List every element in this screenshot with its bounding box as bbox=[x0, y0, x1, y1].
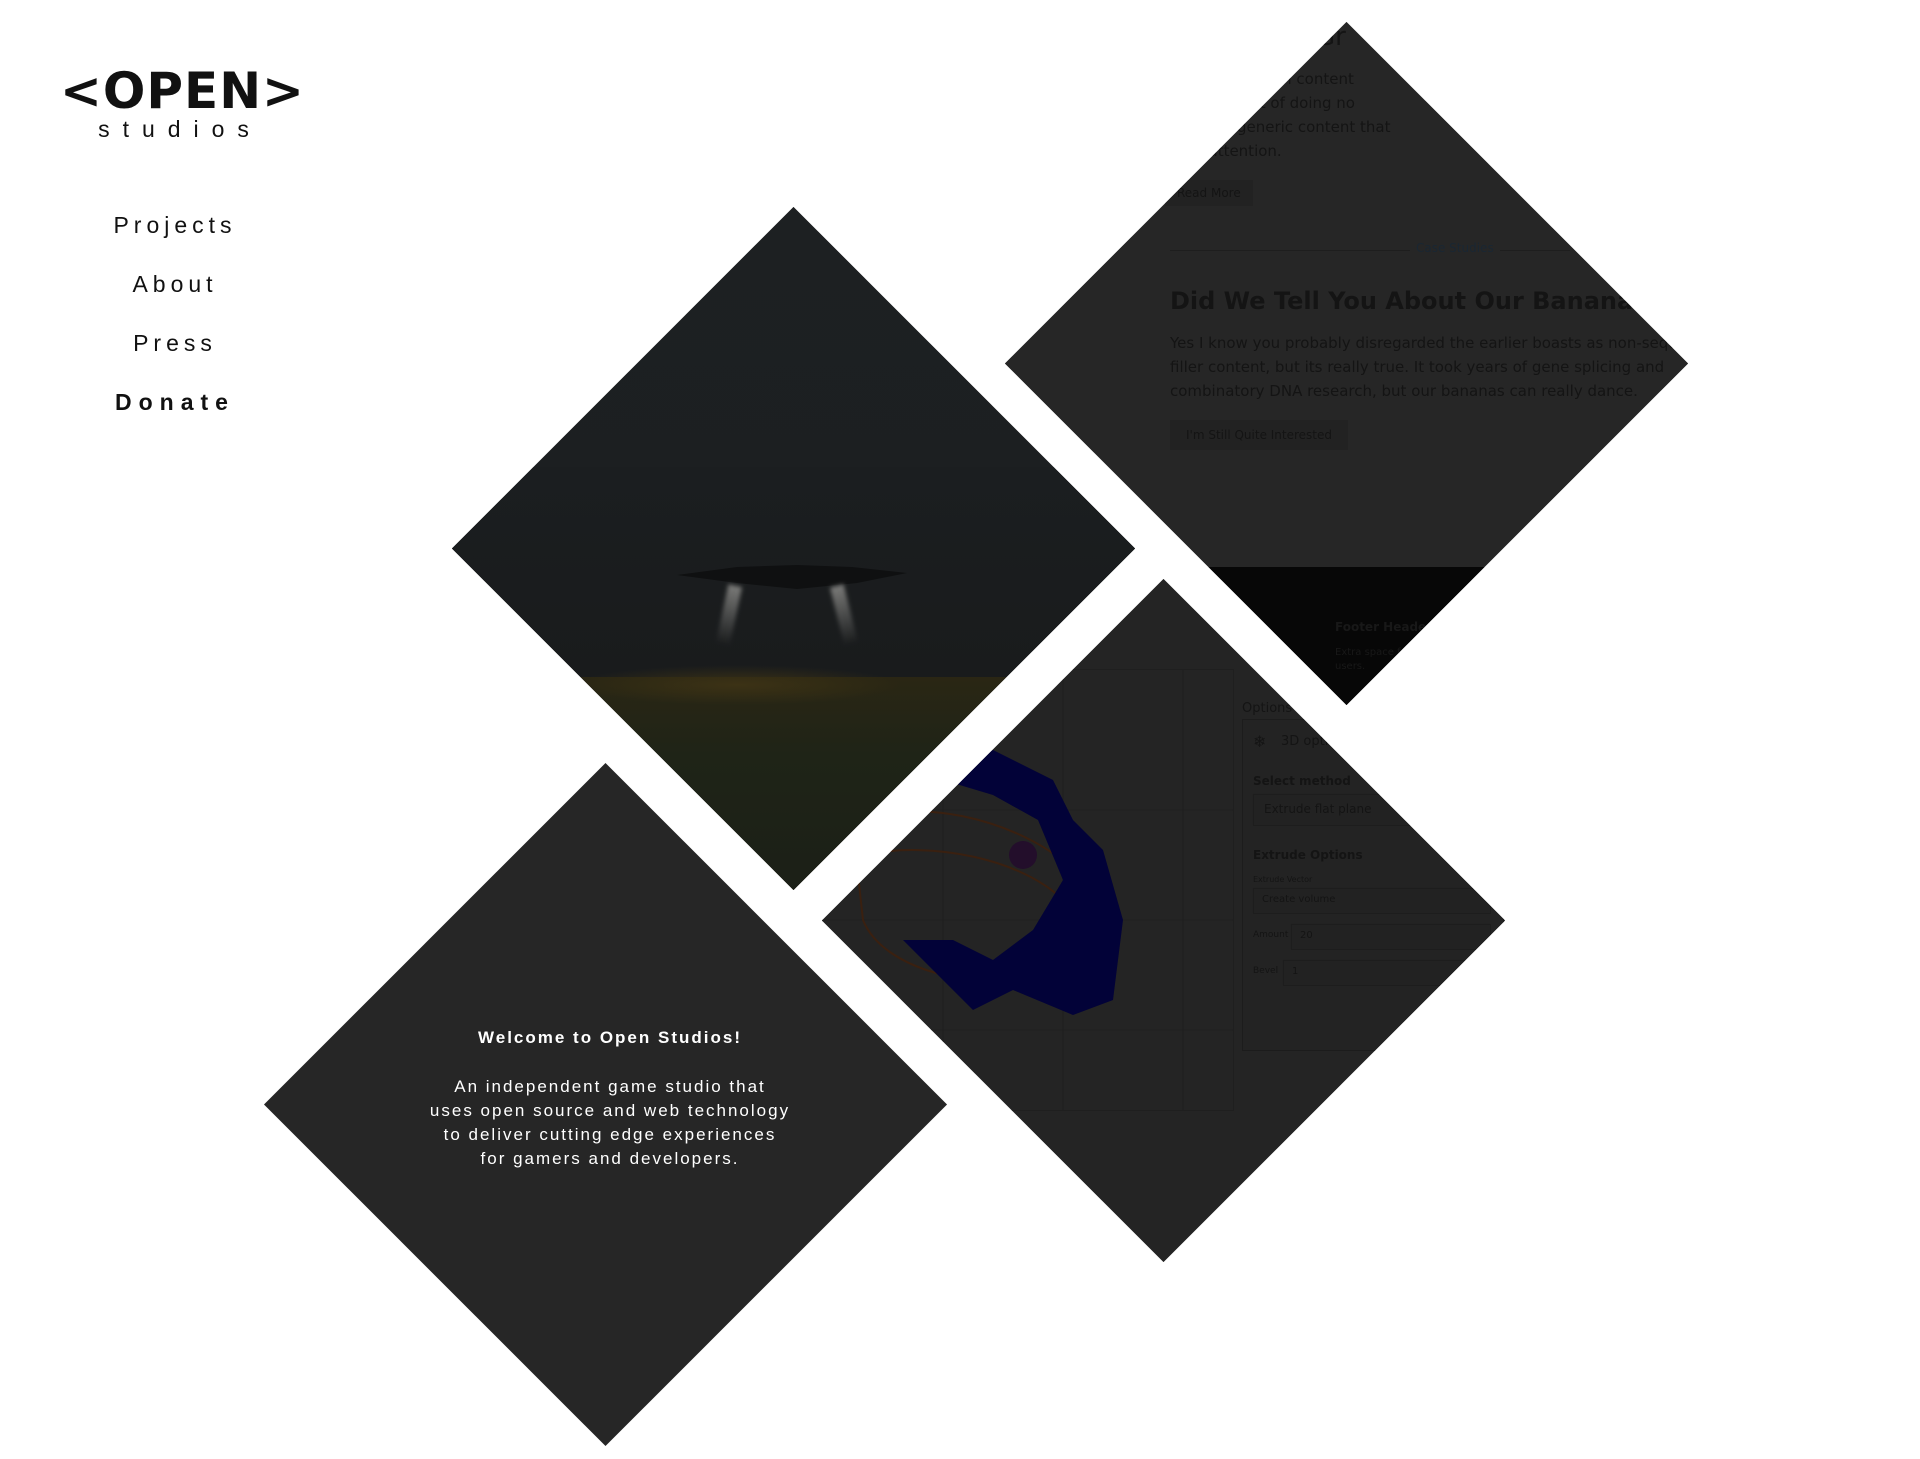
footer-header: Footer Header bbox=[1335, 620, 1433, 634]
website-text-line: e and generic content that bbox=[1190, 117, 1391, 136]
project-tile-website[interactable]: Gr ing on content the art of doing no e … bbox=[1004, 21, 1689, 706]
section-title: Did We Tell You About Our Bananas? bbox=[1170, 287, 1662, 315]
amount-value: 20 bbox=[1300, 930, 1313, 941]
logo-subtitle: studios bbox=[98, 116, 262, 142]
spaceship bbox=[677, 565, 907, 589]
website-screenshot: Gr ing on content the art of doing no e … bbox=[1005, 21, 1688, 706]
read-more-button: Read More bbox=[1165, 180, 1253, 206]
nav-projects[interactable]: Projects bbox=[60, 210, 290, 269]
bevel-label: Bevel bbox=[1253, 966, 1279, 976]
website-text-line: your attention. bbox=[1170, 142, 1282, 160]
main-nav: Projects About Press Donate bbox=[60, 210, 290, 446]
website-text-line: the art of doing no bbox=[1215, 94, 1355, 112]
website-heading: Gr bbox=[1315, 22, 1346, 52]
welcome-text: Welcome to Open Studios! An independent … bbox=[420, 1028, 800, 1171]
extrude-options-label: Extrude Options bbox=[1253, 848, 1363, 862]
options-panel: ❄ 3D options Select method Extrude flat … bbox=[1242, 719, 1504, 1051]
snowflake-icon: ❄ bbox=[1253, 732, 1267, 751]
nav-press[interactable]: Press bbox=[60, 328, 290, 387]
extrude-vector-label: Extrude Vector bbox=[1253, 875, 1313, 884]
welcome-body-line: for gamers and developers. bbox=[480, 1149, 740, 1168]
section-body-line: combinatory DNA research, but our banana… bbox=[1170, 382, 1638, 400]
case-studies-label: Case Studies bbox=[1410, 241, 1500, 255]
bevel-value: 1 bbox=[1292, 966, 1299, 977]
logo-main: <OPEN> bbox=[60, 62, 305, 120]
options-3d: 3D options bbox=[1281, 734, 1352, 749]
bevel-input: 1 bbox=[1283, 960, 1491, 986]
website-text-line: ing on content bbox=[1245, 70, 1354, 88]
amount-input: 20 bbox=[1291, 924, 1491, 950]
welcome-body-line: to deliver cutting edge experiences bbox=[443, 1125, 777, 1144]
vector-select-value: Create volume bbox=[1262, 894, 1336, 905]
welcome-body-line: uses open source and web technology bbox=[429, 1101, 791, 1120]
footer-text: Extra space fo bbox=[1335, 647, 1407, 658]
options-label: Options for o bbox=[1242, 701, 1327, 716]
method-select: Extrude flat plane bbox=[1253, 794, 1491, 826]
section-body-line: filler content, but its really true. It … bbox=[1170, 358, 1665, 376]
logo[interactable]: <OPEN> studios bbox=[60, 62, 305, 143]
select-method-label: Select method bbox=[1253, 774, 1351, 788]
footer-text: users. bbox=[1335, 661, 1366, 672]
section-body-line: Yes I know you probably disregarded the … bbox=[1170, 334, 1678, 352]
vector-select: Create volume bbox=[1253, 888, 1491, 914]
welcome-body-line: An independent game studio that bbox=[454, 1077, 766, 1096]
welcome-body: An independent game studio that uses ope… bbox=[420, 1075, 800, 1171]
cta-button: I'm Still Quite Interested bbox=[1170, 420, 1349, 450]
nav-about[interactable]: About bbox=[60, 269, 290, 328]
welcome-title: Welcome to Open Studios! bbox=[478, 1028, 742, 1047]
divider bbox=[1170, 250, 1570, 251]
amount-label: Amount bbox=[1253, 930, 1289, 940]
method-select-value: Extrude flat plane bbox=[1264, 802, 1372, 816]
nav-donate[interactable]: Donate bbox=[60, 387, 290, 446]
